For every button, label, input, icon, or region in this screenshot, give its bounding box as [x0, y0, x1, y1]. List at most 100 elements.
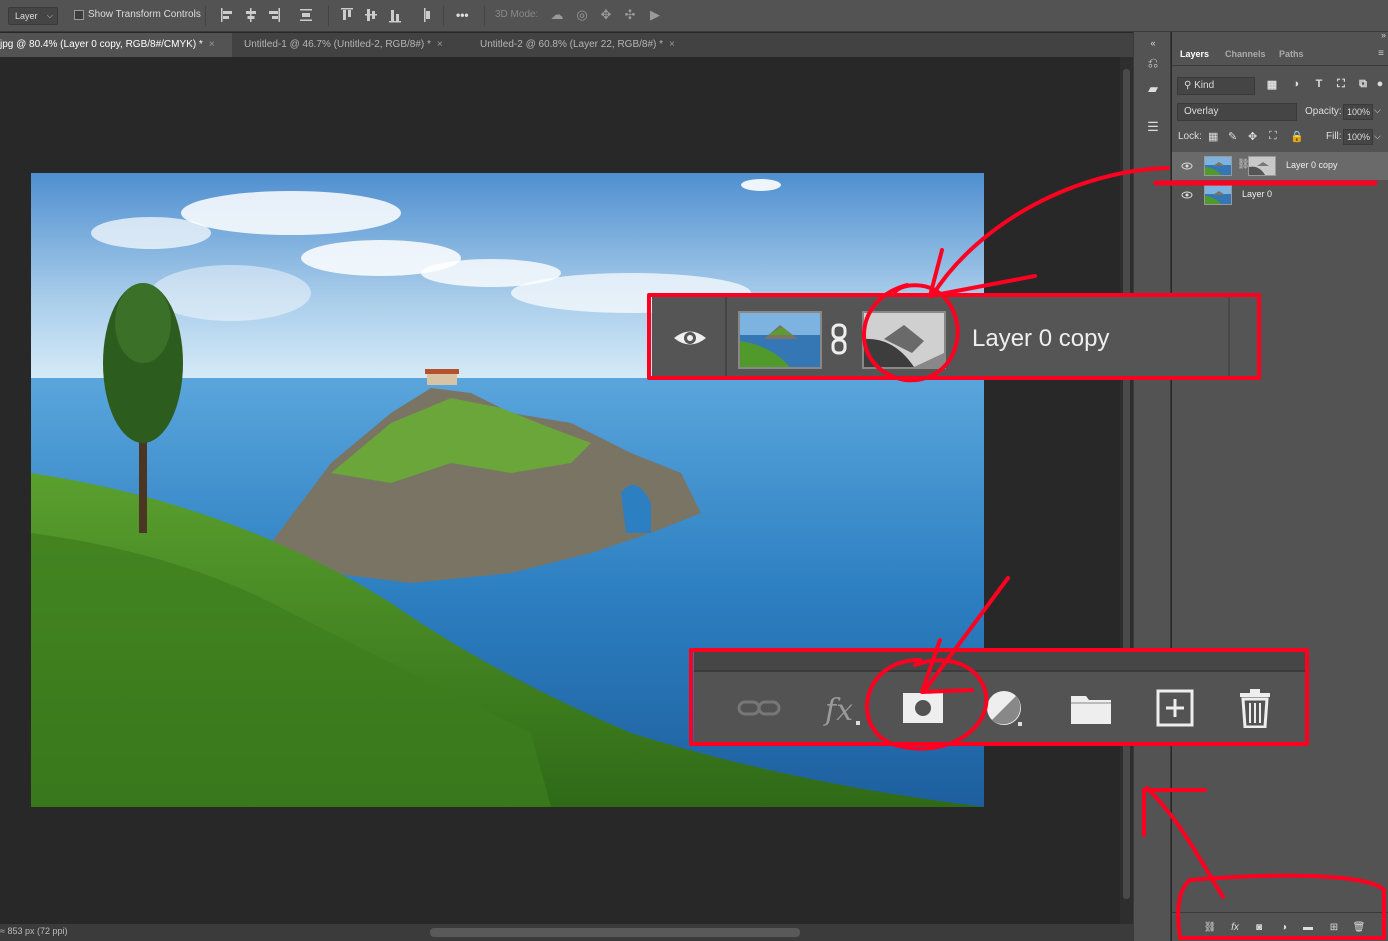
panel-icon-strip: « ⎌ ▰ ☰ — [1133, 32, 1171, 941]
auto-select-value: Layer — [15, 11, 38, 21]
visibility-eye-icon[interactable] — [1181, 189, 1193, 201]
history-icon[interactable]: ⎌ — [1144, 54, 1162, 72]
distribute-vertical-icon[interactable] — [419, 6, 433, 24]
collapse-icon[interactable]: « — [1144, 34, 1162, 52]
auto-select-dropdown[interactable]: Layer ⌵ — [8, 7, 58, 25]
filter-toggle-icon[interactable]: ● — [1373, 78, 1387, 94]
roll-3d-icon[interactable]: ◎ — [574, 7, 590, 23]
new-layer-icon[interactable]: ⊞ — [1327, 921, 1341, 935]
blend-mode-dropdown[interactable]: Overlay — [1177, 103, 1297, 121]
comments-icon[interactable]: ▰ — [1144, 80, 1162, 98]
fx-icon[interactable]: fx — [1228, 921, 1242, 935]
pixel-filter-icon[interactable]: ▦ — [1265, 78, 1279, 94]
lock-position-icon[interactable]: ✥ — [1248, 130, 1257, 143]
horizontal-scroll-thumb[interactable] — [430, 928, 800, 937]
blend-mode-value: Overlay — [1184, 106, 1219, 117]
photoshop-window: Layer ⌵ Show Transform Controls ••• 3D M… — [0, 0, 1388, 941]
adjustment-layer-icon — [982, 688, 1028, 728]
align-right-icon[interactable] — [267, 6, 281, 24]
options-bar: Layer ⌵ Show Transform Controls ••• 3D M… — [0, 0, 1388, 32]
align-bottom-icon[interactable] — [388, 6, 402, 24]
chevron-down-icon[interactable]: ⌵ — [1374, 131, 1381, 142]
visibility-eye-icon[interactable] — [1181, 160, 1193, 172]
link-layers-icon[interactable]: ⛓ — [1203, 921, 1217, 935]
close-icon[interactable]: × — [209, 39, 215, 50]
adjustment-filter-icon[interactable]: ◑ — [1289, 78, 1303, 94]
close-icon[interactable]: × — [669, 39, 675, 50]
layer-thumbnail[interactable] — [1204, 156, 1232, 176]
slide-3d-icon[interactable]: ✣ — [622, 7, 638, 23]
align-middle-icon[interactable] — [364, 6, 378, 24]
divider — [484, 6, 485, 26]
divider — [1228, 297, 1230, 377]
layer-name[interactable]: Layer 0 — [1242, 189, 1272, 199]
distribute-icon[interactable] — [299, 6, 313, 24]
close-icon[interactable]: × — [437, 39, 443, 50]
video-camera-icon[interactable]: ▶ — [647, 7, 663, 23]
show-transform-label: Show Transform Controls — [88, 9, 201, 20]
shape-filter-icon[interactable]: ⛶ — [1334, 78, 1348, 94]
document-tabs: jpg @ 80.4% (Layer 0 copy, RGB/8#/CMYK) … — [0, 33, 1133, 57]
search-icon: ⚲ — [1184, 80, 1195, 91]
trash-icon — [1232, 688, 1278, 729]
expand-icon[interactable]: » — [1381, 30, 1386, 40]
opacity-input[interactable]: 100% — [1343, 104, 1373, 120]
tab-label: jpg @ 80.4% (Layer 0 copy, RGB/8#/CMYK) … — [0, 39, 203, 50]
pan-3d-icon[interactable]: ✥ — [598, 7, 614, 23]
adjustments-icon[interactable]: ☰ — [1144, 118, 1162, 136]
vertical-scrollbar[interactable] — [1120, 57, 1133, 924]
trash-icon[interactable]: 🗑 — [1352, 921, 1366, 935]
fill-input[interactable]: 100% — [1343, 129, 1373, 145]
fx-icon: fx — [820, 688, 866, 728]
zoomed-layer-row-callout: Layer 0 copy — [652, 297, 1258, 377]
align-top-icon[interactable] — [340, 6, 354, 24]
tab-paths[interactable]: Paths — [1279, 42, 1304, 66]
add-mask-icon — [900, 688, 946, 728]
lock-artboard-icon[interactable]: ⛶ — [1269, 130, 1277, 143]
layers-panel-footer: ⛓ fx ◙ ◑ ▬ ⊞ 🗑 — [1172, 912, 1388, 941]
divider — [205, 6, 206, 26]
panel-menu-icon[interactable]: ≡ — [1378, 48, 1384, 59]
layer-row-layer-0-copy[interactable]: ⛓ Layer 0 copy — [1172, 152, 1388, 180]
orbit-3d-icon[interactable]: ☁ — [549, 7, 565, 23]
align-left-icon[interactable] — [220, 6, 234, 24]
panel-tabs: Layers Channels Paths ≡ — [1172, 42, 1388, 66]
add-mask-icon[interactable]: ◙ — [1252, 921, 1266, 935]
tab-untitled-2[interactable]: Untitled-2 @ 60.8% (Layer 22, RGB/8#) * × — [470, 33, 696, 57]
layer-row-layer-0[interactable]: Layer 0 — [1172, 181, 1388, 209]
more-options-icon[interactable]: ••• — [456, 8, 469, 22]
lock-transparent-icon[interactable]: ▦ — [1208, 130, 1218, 143]
tab-channels[interactable]: Channels — [1225, 42, 1266, 66]
zoomed-footer-callout: fx — [694, 652, 1306, 742]
smart-object-filter-icon[interactable]: ⧉ — [1356, 78, 1370, 94]
doc-size-text: ≈ 853 px (72 ppi) — [0, 926, 68, 936]
lock-all-icon[interactable]: 🔒 — [1290, 130, 1304, 143]
tab-layers[interactable]: Layers — [1180, 42, 1209, 66]
svg-text:fx: fx — [823, 693, 853, 728]
scroll-thumb[interactable] — [1123, 69, 1130, 899]
filter-kind-value: Kind — [1194, 80, 1215, 91]
align-center-icon[interactable] — [244, 6, 258, 24]
opacity-label: Opacity: — [1305, 106, 1342, 117]
adjustment-layer-icon[interactable]: ◑ — [1277, 921, 1291, 935]
layer-thumbnail[interactable] — [1204, 185, 1232, 205]
tab-label: Untitled-2 @ 60.8% (Layer 22, RGB/8#) * — [480, 39, 664, 50]
filter-kind-dropdown[interactable]: ⚲ Kind — [1177, 77, 1255, 95]
tab-untitled-1[interactable]: Untitled-1 @ 46.7% (Untitled-2, RGB/8#) … — [234, 33, 468, 57]
show-transform-checkbox[interactable] — [74, 10, 84, 20]
tab-document-active[interactable]: jpg @ 80.4% (Layer 0 copy, RGB/8#/CMYK) … — [0, 33, 232, 57]
new-layer-icon — [1152, 688, 1198, 728]
link-layers-icon — [736, 688, 782, 728]
lock-brush-icon[interactable]: ✎ — [1228, 130, 1237, 143]
folder-icon[interactable]: ▬ — [1301, 921, 1315, 935]
mask-link-icon — [831, 323, 847, 355]
visibility-eye-icon — [674, 331, 706, 345]
chevron-down-icon: ⌵ — [46, 11, 53, 20]
layer-name[interactable]: Layer 0 copy — [1286, 160, 1338, 170]
divider — [328, 6, 329, 26]
lock-label: Lock: — [1178, 131, 1202, 142]
type-filter-icon[interactable]: T — [1312, 78, 1326, 94]
layers-panel: » Layers Channels Paths ≡ ⚲ Kind ▦ ◑ T ⛶… — [1172, 30, 1388, 941]
layer-mask-thumbnail[interactable] — [1248, 156, 1276, 176]
chevron-down-icon[interactable]: ⌵ — [1374, 105, 1381, 116]
